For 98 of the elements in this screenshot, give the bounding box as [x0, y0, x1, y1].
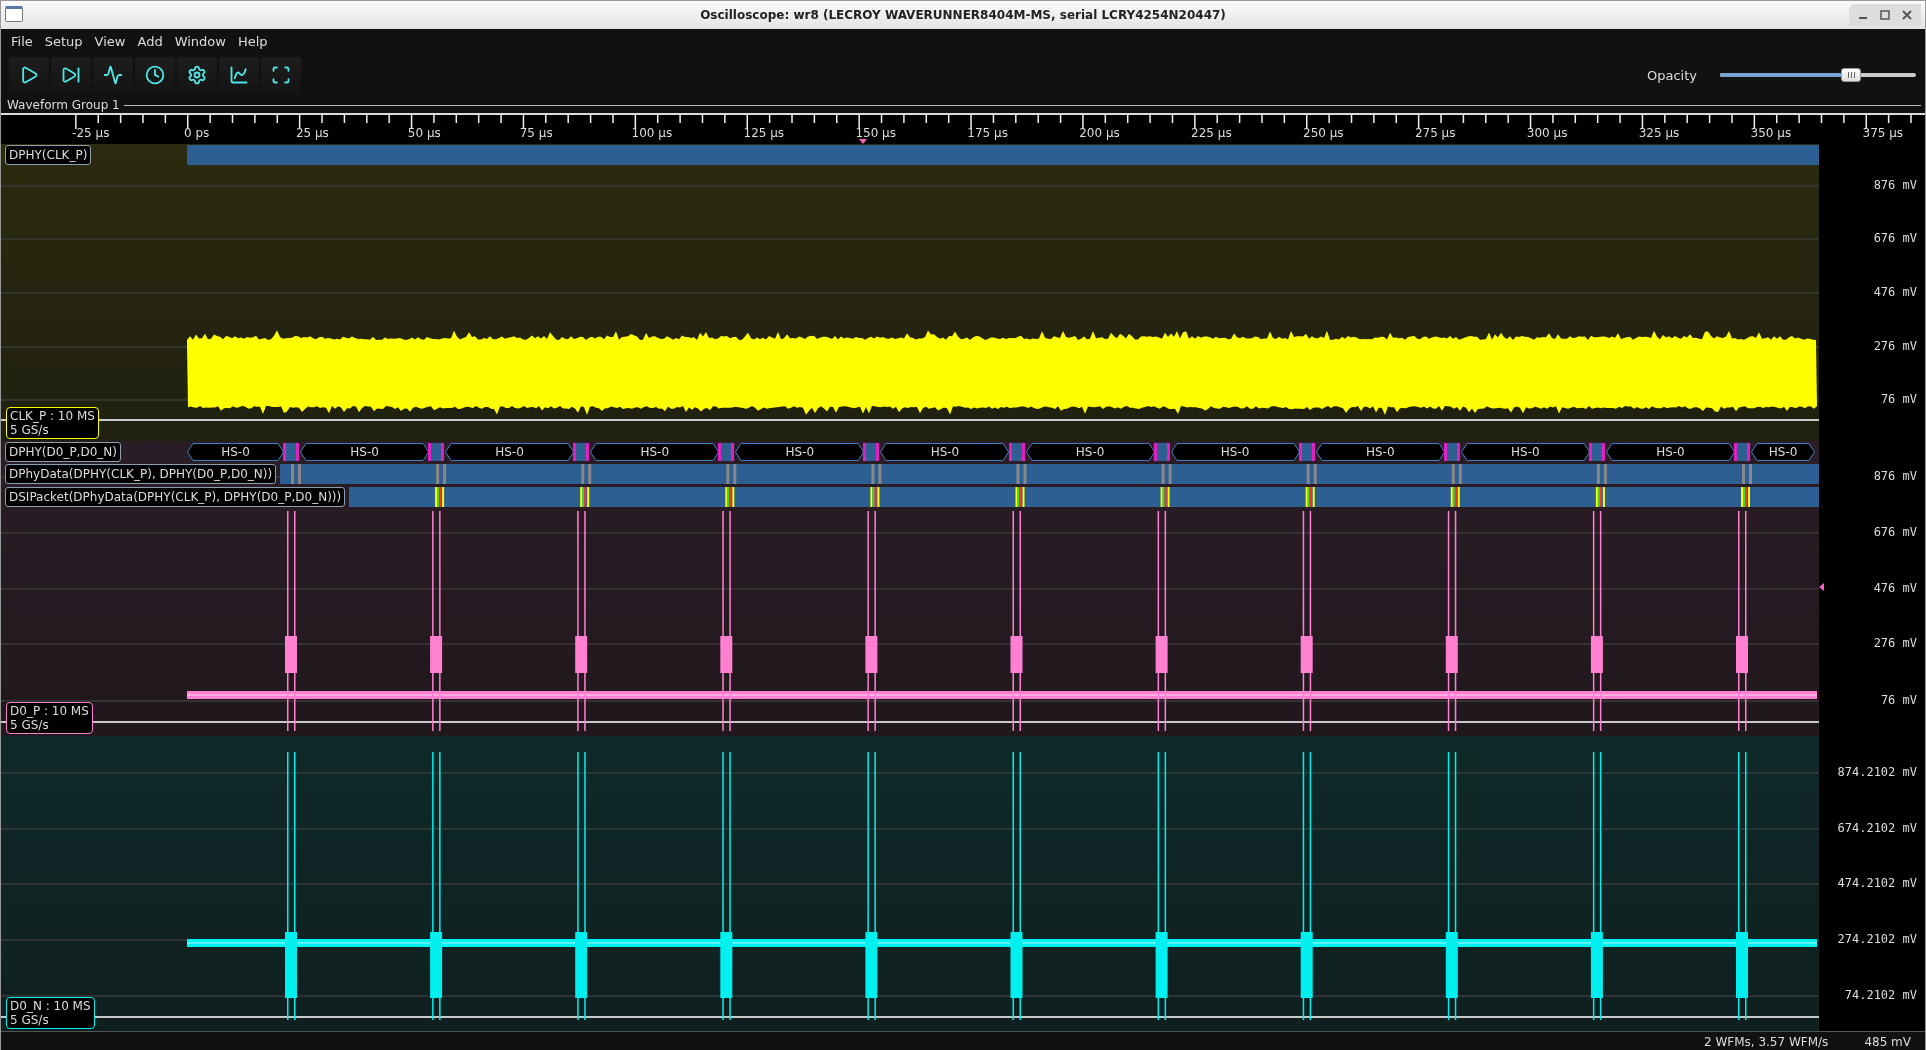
channel-name: CLK_P : 10 MS	[10, 409, 95, 423]
voltage-axis-label: 476 mV	[1873, 285, 1917, 299]
voltage-axis-label: 76 mV	[1880, 392, 1917, 406]
close-icon	[1902, 10, 1912, 20]
maximize-icon	[1880, 10, 1890, 20]
minimize-icon	[1859, 17, 1867, 19]
time-tick-label: 250 µs	[1303, 126, 1344, 140]
time-tick-label: 25 µs	[295, 126, 329, 140]
voltage-axis-label: 676 mV	[1873, 231, 1917, 245]
transition-marker-icon	[1588, 443, 1605, 461]
protocol-segment: HS-0	[1315, 443, 1445, 461]
channel-label[interactable]: CLK_P : 10 MS 5 GS/s	[6, 407, 99, 439]
group-title: Waveform Group 1	[7, 98, 120, 112]
step-forward-icon	[61, 65, 81, 85]
menu-item[interactable]: Setup	[38, 33, 89, 49]
channel-name: D0_P : 10 MS	[10, 704, 89, 718]
play-icon	[19, 65, 39, 85]
decoder-label[interactable]: DPHY(D0_P,D0_N)	[5, 442, 121, 462]
voltage-axis-label: 876 mV	[1873, 469, 1917, 483]
menu-item[interactable]: Help	[231, 33, 274, 49]
protocol-segment: HS-0	[1751, 443, 1815, 461]
decoder-label[interactable]: DPHY(CLK_P)	[5, 145, 92, 165]
menu-item[interactable]: Window	[168, 33, 232, 49]
voltage-axis-label: 274.2102 mV	[1837, 932, 1917, 946]
toolbar-button[interactable]	[93, 57, 133, 93]
decoder-label[interactable]: DSIPacket(DPhyData(DPHY(CLK_P), DPHY(D0_P,D0_N)))	[5, 487, 346, 507]
protocol-segment: HS-0	[590, 443, 720, 461]
voltage-axis-label: 674.2102 mV	[1837, 821, 1917, 835]
time-tick-label: 0 ps	[184, 126, 210, 140]
transition-marker-icon	[863, 443, 880, 461]
time-tick-label: -25 µs	[72, 126, 110, 140]
waveform-icon	[103, 65, 123, 85]
protocol-segment: HS-0	[445, 443, 575, 461]
curve-icon	[229, 65, 249, 85]
time-tick-label: 75 µs	[519, 126, 553, 140]
toolbar-button[interactable]	[177, 57, 217, 93]
voltage-axis-label: 276 mV	[1873, 339, 1917, 353]
status-reading: 485 mV	[1864, 1034, 1911, 1049]
transition-marker-icon	[1443, 443, 1460, 461]
toolbar-button[interactable]	[261, 57, 301, 93]
time-tick-label: 350 µs	[1750, 126, 1792, 140]
transition-marker-icon	[718, 443, 735, 461]
protocol-segment: HS-0	[1605, 443, 1735, 461]
time-tick-label: 175 µs	[967, 126, 1008, 140]
channel-name: D0_N : 10 MS	[10, 999, 91, 1013]
toolbar-button[interactable]	[9, 57, 49, 93]
protocol-segment: HS-0	[300, 443, 430, 461]
voltage-axis-label: 476 mV	[1873, 581, 1917, 595]
time-tick-label: 325 µs	[1638, 126, 1680, 140]
time-tick-label: 100 µs	[631, 126, 673, 140]
voltage-axis-label: 276 mV	[1873, 636, 1917, 650]
decoder-label[interactable]: DPhyData(DPHY(CLK_P), DPHY(D0_P,D0_N))	[5, 464, 277, 484]
time-tick-label: 125 µs	[743, 126, 785, 140]
clock-icon	[145, 65, 165, 85]
voltage-axis-label: 474.2102 mV	[1837, 876, 1917, 890]
sample-rate: 5 GS/s	[10, 1013, 50, 1027]
gear-icon	[187, 65, 207, 85]
window-icon	[5, 6, 23, 22]
menu-item[interactable]: File	[5, 33, 39, 49]
protocol-segment: HS-0	[1170, 443, 1300, 461]
menu-item[interactable]: View	[88, 33, 132, 49]
menu-item[interactable]: Add	[131, 33, 169, 49]
transition-marker-icon	[283, 443, 299, 461]
transition-marker-icon	[1298, 443, 1315, 461]
sample-rate: 5 GS/s	[10, 718, 50, 732]
toolbar-button[interactable]	[219, 57, 259, 93]
voltage-axis-label: 876 mV	[1873, 178, 1917, 192]
time-tick-label: 200 µs	[1079, 126, 1120, 140]
channel-label[interactable]: D0_N : 10 MS 5 GS/s	[6, 997, 95, 1029]
protocol-segment: HS-0	[1025, 443, 1155, 461]
transition-marker-icon	[1734, 443, 1750, 461]
time-tick-label: 375 µs	[1862, 126, 1904, 140]
voltage-axis-label: 874.2102 mV	[1837, 765, 1917, 779]
toolbar-button[interactable]	[51, 57, 91, 93]
voltage-axis-label: 76 mV	[1880, 693, 1917, 707]
protocol-segment: HS-0	[880, 443, 1010, 461]
protocol-segment: HS-0	[735, 443, 865, 461]
voltage-axis-label: 74.2102 mV	[1844, 988, 1917, 1002]
status-info: 2 WFMs, 3.57 WFM/s	[1703, 1034, 1829, 1049]
transition-marker-icon	[573, 443, 590, 461]
protocol-segment: HS-0	[187, 443, 284, 461]
sample-rate: 5 GS/s	[10, 423, 50, 437]
transition-marker-icon	[1008, 443, 1025, 461]
time-tick-label: 50 µs	[407, 126, 441, 140]
transition-marker-icon	[428, 443, 445, 461]
time-tick-label: 225 µs	[1191, 126, 1232, 140]
transition-marker-icon	[1153, 443, 1170, 461]
voltage-axis-label: 676 mV	[1873, 525, 1917, 539]
channel-label[interactable]: D0_P : 10 MS 5 GS/s	[6, 702, 93, 734]
protocol-segment: HS-0	[1460, 443, 1590, 461]
window-title: Oscilloscope: wr8 (LECROY WAVERUNNER8404M-MS, serial LCRY4254N20447)	[700, 8, 1226, 22]
time-tick-label: 275 µs	[1414, 126, 1456, 140]
time-tick-label: 150 µs	[855, 126, 896, 140]
frame-icon	[271, 65, 291, 85]
opacity-label: Opacity	[1647, 67, 1697, 83]
toolbar-button[interactable]	[135, 57, 175, 93]
slider-thumb[interactable]	[1841, 68, 1862, 82]
time-tick-label: 300 µs	[1526, 126, 1568, 140]
